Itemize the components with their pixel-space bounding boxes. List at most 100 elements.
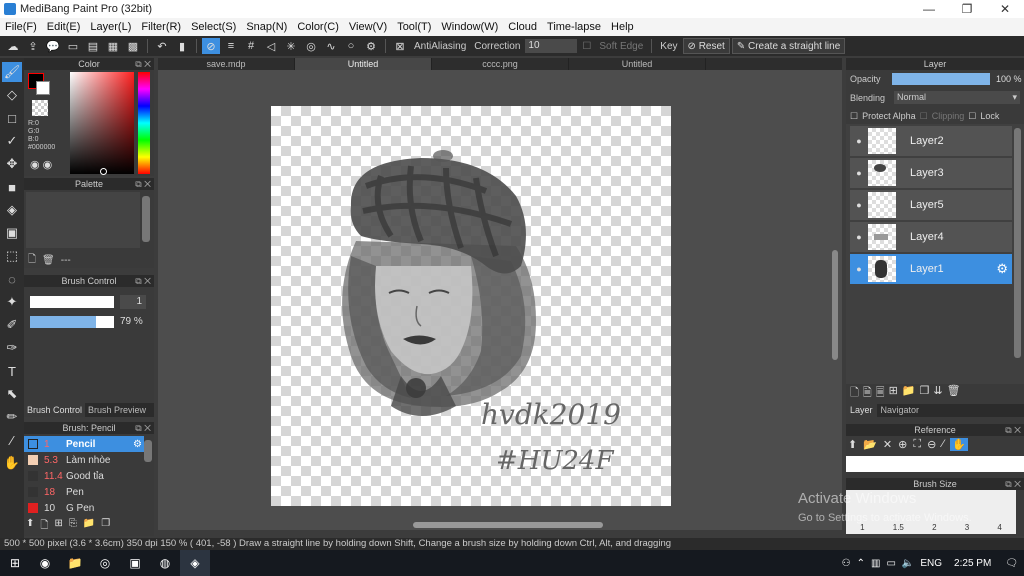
palette-icons[interactable]: ◉ ◉ — [30, 158, 52, 171]
correction-select[interactable]: 10 — [525, 39, 578, 53]
new-palette-icon[interactable]: 🗋 — [28, 252, 36, 269]
merge-layer-icon[interactable]: ⇊ — [933, 384, 942, 403]
brush-tool-icon[interactable]: 🖌 — [2, 62, 22, 82]
operation-tool-icon[interactable]: ⬉ — [2, 384, 22, 404]
transparent-swatch[interactable] — [32, 100, 48, 116]
concentric-snap-icon[interactable]: ◎ — [302, 38, 320, 54]
move-tool-icon[interactable]: ✥ — [2, 154, 22, 174]
page-icon[interactable]: ▦ — [104, 38, 122, 54]
drawing-canvas[interactable]: hvdk2019 #HU24F — [271, 106, 671, 506]
palette-area[interactable] — [26, 192, 140, 248]
upload-icon[interactable]: ⬆ — [848, 438, 857, 451]
network-icon[interactable]: ▥ — [871, 558, 880, 569]
circle-snap-icon[interactable]: ○ — [342, 38, 360, 54]
layer-row-layer5[interactable]: ● Layer5 — [850, 190, 1012, 220]
select-pen-icon[interactable]: ✐ — [2, 315, 22, 335]
menu-window[interactable]: Window(W) — [436, 21, 503, 33]
soft-edge-checkbox[interactable]: ☐ — [582, 41, 591, 52]
brush-list-scrollbar[interactable] — [144, 440, 152, 462]
list-item[interactable]: 1 Pencil ⚙ — [24, 436, 144, 452]
tab-untitled[interactable]: Untitled — [569, 58, 706, 70]
gradient-tool-icon[interactable]: ▣ — [2, 223, 22, 243]
palette-scrollbar[interactable] — [142, 196, 150, 242]
people-icon[interactable]: ⚇ — [842, 558, 851, 569]
parallel-snap-icon[interactable]: ≡ — [222, 38, 240, 54]
lasso-tool-icon[interactable]: ◌ — [2, 269, 22, 289]
menu-file[interactable]: File(F) — [0, 21, 42, 33]
visibility-icon[interactable]: ● — [850, 200, 868, 210]
menu-edit[interactable]: Edit(E) — [42, 21, 86, 33]
layer-opacity-slider[interactable] — [892, 73, 990, 85]
chrome-icon[interactable]: ◉ — [30, 550, 60, 576]
panel-controls-icon[interactable]: ⧉ ✕ — [135, 275, 151, 287]
menu-filter[interactable]: Filter(R) — [136, 21, 186, 33]
brush-folder-icon[interactable]: 📁 — [83, 518, 95, 535]
folder-icon[interactable]: 📁 — [902, 384, 916, 403]
maximize-button[interactable]: ❐ — [948, 0, 986, 18]
lock-checkbox[interactable]: ☐ — [968, 111, 976, 122]
rectangle-tool-icon[interactable]: □ — [2, 108, 22, 128]
horizontal-scroll-thumb[interactable] — [413, 522, 603, 528]
chevron-up-icon[interactable]: ⌃ — [857, 558, 865, 569]
brush-duplicate-icon[interactable]: ❐ — [101, 518, 110, 535]
panel-controls-icon[interactable]: ⧉ ✕ — [135, 58, 151, 70]
straight-line-button[interactable]: ✎ Create a straight line — [731, 38, 846, 54]
menu-cloud[interactable]: Cloud — [503, 21, 542, 33]
panel-controls-icon[interactable]: ⧉ ✕ — [1005, 424, 1021, 436]
snap-off-icon[interactable]: ⊘ — [202, 38, 220, 54]
list-item[interactable]: 11.4 Good tỉa — [24, 468, 144, 484]
browser-icon[interactable]: ◎ — [90, 550, 120, 576]
medibang-taskbar-icon[interactable]: ◈ — [180, 550, 210, 576]
add-layer-menu-icon[interactable]: ⊞ — [889, 384, 898, 403]
messenger-icon[interactable]: ▣ — [120, 550, 150, 576]
toggle-icon[interactable]: ▮ — [173, 38, 191, 54]
new-layer-icon[interactable]: 🗋 — [850, 384, 859, 403]
zoom-out-icon[interactable]: ⊖ — [927, 438, 936, 451]
panel-controls-icon[interactable]: ⧉ ✕ — [1005, 478, 1021, 490]
brush-size-option[interactable]: 3 — [965, 523, 969, 532]
brush-size-option[interactable]: 1.5 — [893, 523, 904, 532]
notification-icon[interactable]: 🗨 — [1005, 558, 1018, 569]
curve-snap-icon[interactable]: ∿ — [322, 38, 340, 54]
brush-size-value[interactable]: 1 — [120, 295, 146, 309]
close-button[interactable]: ✕ — [986, 0, 1024, 18]
fill-shape-icon[interactable]: ■ — [2, 177, 22, 197]
undo-icon[interactable]: ↶ — [153, 38, 171, 54]
panel-controls-icon[interactable]: ⧉ ✕ — [135, 422, 151, 434]
eyedropper-icon[interactable]: ⁄ — [942, 438, 944, 451]
blending-select[interactable]: Normal ▾ — [894, 91, 1020, 104]
menu-view[interactable]: View(V) — [344, 21, 392, 33]
list-item[interactable]: 5.3 Làm nhòe — [24, 452, 144, 468]
brush-opacity-slider[interactable] — [30, 316, 114, 328]
panel-controls-icon[interactable]: ⧉ ✕ — [135, 178, 151, 190]
hand-tool-icon[interactable]: ✋ — [2, 453, 22, 473]
add-brush-icon[interactable]: ⬆ — [26, 518, 34, 535]
volume-icon[interactable]: 🔈 — [902, 558, 914, 569]
reset-button[interactable]: ⊘ Reset — [682, 38, 730, 54]
dot-tool-icon[interactable]: ✓ — [2, 131, 22, 151]
duplicate-layer-icon[interactable]: ❐ — [920, 384, 930, 403]
tab-navigator[interactable]: Navigator — [877, 404, 924, 417]
divide-tool-icon[interactable]: ✏ — [2, 407, 22, 427]
horizontal-scrollbar[interactable] — [158, 522, 842, 530]
list-item[interactable]: 10 G Pen — [24, 500, 144, 516]
windows-start-icon[interactable]: ⊞ — [0, 550, 30, 576]
layer-row-layer3[interactable]: ● Layer3 — [850, 158, 1012, 188]
menu-select[interactable]: Select(S) — [186, 21, 241, 33]
visibility-icon[interactable]: ● — [850, 136, 868, 146]
hand-icon[interactable]: ✋ — [950, 438, 968, 451]
close-icon[interactable]: ✕ — [883, 438, 892, 451]
comment-icon[interactable]: 💬 — [44, 38, 62, 54]
delete-palette-icon[interactable]: 🗑 — [42, 255, 55, 266]
bucket-tool-icon[interactable]: ◈ — [2, 200, 22, 220]
zoom-in-icon[interactable]: ⊕ — [898, 438, 907, 451]
minimize-button[interactable]: — — [910, 0, 948, 18]
layer-row-layer4[interactable]: ● Layer4 — [850, 222, 1012, 252]
brush-size-slider[interactable] — [30, 296, 114, 308]
reference-view[interactable] — [846, 456, 1024, 472]
brush-add-menu-icon[interactable]: ⊞ — [54, 518, 62, 535]
layer-row-layer1[interactable]: ● Layer1 ⚙ — [850, 254, 1012, 284]
tab-layer[interactable]: Layer — [846, 404, 877, 417]
fit-icon[interactable]: ⛶ — [913, 438, 921, 451]
gear-icon[interactable]: ⚙ — [133, 439, 142, 450]
